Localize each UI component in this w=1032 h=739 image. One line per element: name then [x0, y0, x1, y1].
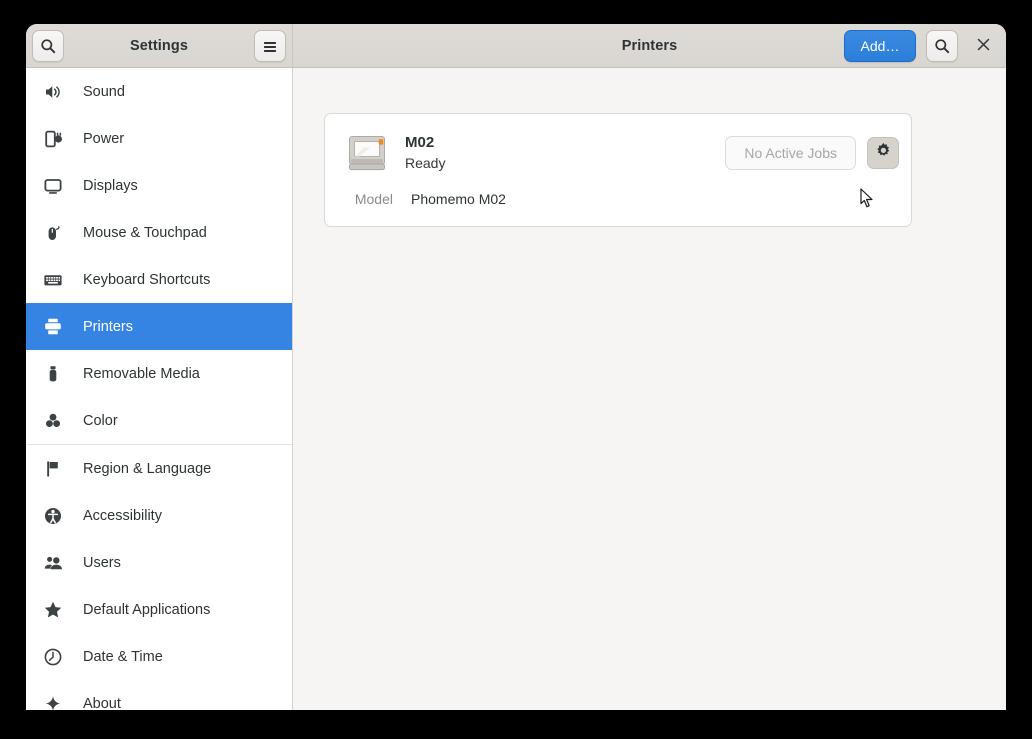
- star-icon: [42, 599, 64, 621]
- sidebar-item-label: Displays: [83, 177, 138, 194]
- search-icon: [934, 38, 950, 54]
- sidebar-item-users[interactable]: Users: [26, 539, 292, 586]
- hamburger-menu-icon: [262, 39, 278, 53]
- add-printer-button[interactable]: Add…: [844, 29, 916, 62]
- sidebar-item-power[interactable]: Power: [26, 115, 292, 162]
- sidebar-item-removable-media[interactable]: Removable Media: [26, 350, 292, 397]
- printers-content: M02 Ready No Active Jobs Model Phomemo M…: [293, 68, 1006, 710]
- sidebar-item-label: Power: [83, 130, 125, 147]
- printer-device-icon: [345, 131, 389, 175]
- usb-drive-icon: [42, 363, 64, 385]
- battery-power-icon: [42, 128, 64, 150]
- sidebar-item-default-applications[interactable]: Default Applications: [26, 586, 292, 633]
- keyboard-icon: [42, 269, 64, 291]
- sidebar-list: Sound Power Displays Mouse & Touchpad Ke…: [26, 68, 292, 710]
- window-close-button[interactable]: [968, 31, 998, 61]
- sidebar-item-color[interactable]: Color: [26, 397, 292, 444]
- sidebar-header: Settings: [26, 24, 293, 67]
- sidebar-item-label: Default Applications: [83, 601, 211, 618]
- close-icon: [977, 37, 990, 54]
- sidebar-item-date-time[interactable]: Date & Time: [26, 633, 292, 680]
- mouse-icon: [42, 222, 64, 244]
- sidebar-item-label: Color: [83, 412, 118, 429]
- sidebar-item-sound[interactable]: Sound: [26, 68, 292, 115]
- sidebar-item-about[interactable]: About: [26, 680, 292, 710]
- printer-icon: [42, 316, 64, 338]
- search-button[interactable]: [32, 29, 64, 62]
- printer-options-gear-button[interactable]: [867, 137, 899, 169]
- sidebar-item-accessibility[interactable]: Accessibility: [26, 492, 292, 539]
- main-menu-button[interactable]: [254, 29, 286, 62]
- settings-sidebar[interactable]: Sound Power Displays Mouse & Touchpad Ke…: [26, 68, 293, 710]
- sidebar-item-label: Region & Language: [83, 460, 212, 477]
- printer-status: Ready: [405, 154, 446, 171]
- printer-name: M02: [405, 134, 435, 152]
- sidebar-item-label: Mouse & Touchpad: [83, 224, 207, 241]
- sidebar-item-label: Removable Media: [83, 365, 200, 382]
- settings-window: Settings Printers Add… Sound Power Displ…: [26, 24, 1006, 710]
- window-body: Sound Power Displays Mouse & Touchpad Ke…: [26, 68, 1006, 710]
- header-bar: Settings Printers Add…: [26, 24, 1006, 68]
- printer-card: M02 Ready No Active Jobs Model Phomemo M…: [324, 113, 912, 227]
- sidebar-header-title: Settings: [130, 37, 188, 54]
- gear-icon: [875, 142, 892, 164]
- sidebar-item-label: About: [83, 695, 121, 711]
- sidebar-item-label: Keyboard Shortcuts: [83, 271, 211, 288]
- people-icon: [42, 552, 64, 574]
- content-header: Printers Add…: [293, 24, 1006, 67]
- accessibility-icon: [42, 505, 64, 527]
- flag-icon: [42, 458, 64, 480]
- printer-detail-rows: Model Phomemo M02: [325, 190, 911, 226]
- search-icon: [40, 38, 56, 54]
- printer-model-value: Phomemo M02: [411, 191, 506, 207]
- sidebar-item-label: Accessibility: [83, 507, 162, 524]
- sidebar-item-printers[interactable]: Printers: [26, 303, 292, 350]
- sidebar-item-label: Users: [83, 554, 121, 571]
- speaker-icon: [42, 81, 64, 103]
- sidebar-item-label: Printers: [83, 318, 133, 335]
- printer-search-button[interactable]: [926, 29, 958, 62]
- printer-card-header: M02 Ready No Active Jobs: [325, 114, 911, 190]
- clock-icon: [42, 646, 64, 668]
- sidebar-item-region-language[interactable]: Region & Language: [26, 445, 292, 492]
- printer-model-label: Model: [354, 191, 393, 207]
- sidebar-item-label: Date & Time: [83, 648, 163, 665]
- sparkle-icon: [42, 693, 64, 710]
- printer-detail-row: Model Phomemo M02: [345, 190, 891, 210]
- active-jobs-button[interactable]: No Active Jobs: [725, 136, 856, 170]
- sidebar-item-label: Sound: [83, 83, 125, 100]
- sidebar-item-displays[interactable]: Displays: [26, 162, 292, 209]
- color-circles-icon: [42, 410, 64, 432]
- sidebar-item-keyboard-shortcuts[interactable]: Keyboard Shortcuts: [26, 256, 292, 303]
- printer-identity: M02 Ready: [405, 133, 725, 172]
- sidebar-item-mouse-touchpad[interactable]: Mouse & Touchpad: [26, 209, 292, 256]
- monitor-icon: [42, 175, 64, 197]
